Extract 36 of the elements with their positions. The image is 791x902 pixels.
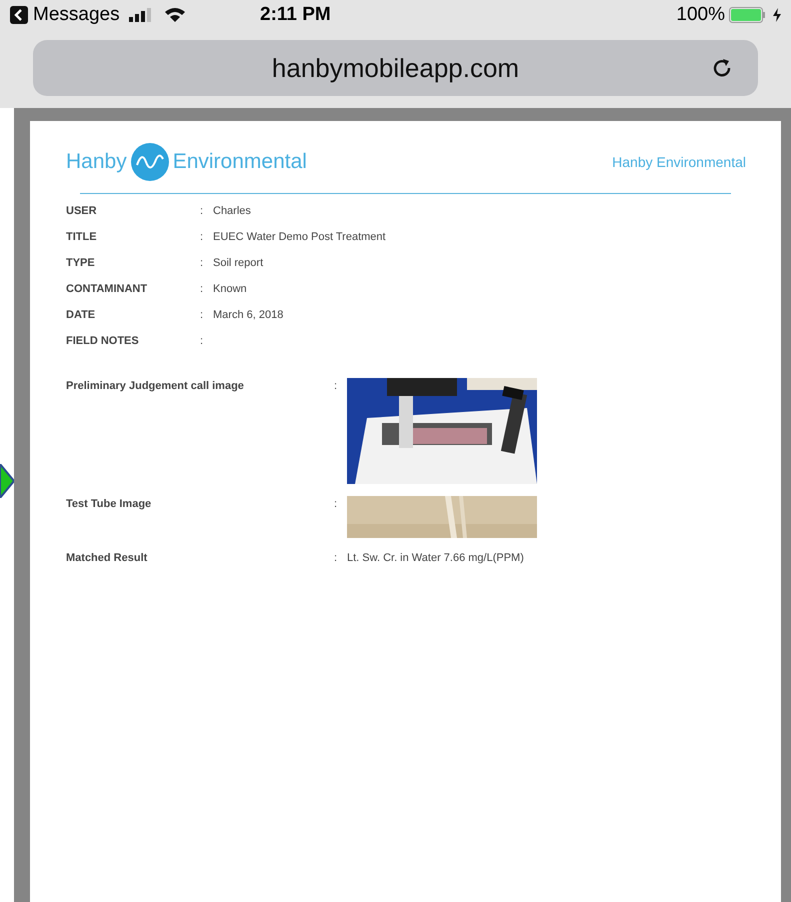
colon: : — [200, 256, 204, 272]
colon: : — [200, 230, 204, 246]
field-label: FIELD NOTES — [66, 334, 140, 350]
field-label: CONTAMINANT — [66, 282, 148, 298]
url-text: hanbymobileapp.com — [272, 52, 520, 84]
field-label: USER — [66, 204, 98, 220]
field-value: EUEC Water Demo Post Treatment — [213, 230, 386, 246]
address-bar[interactable]: hanbymobileapp.com — [33, 40, 758, 96]
arrow-icon — [0, 464, 14, 498]
field-value: Charles — [213, 204, 251, 220]
clock: 2:11 PM — [260, 2, 331, 27]
field-value: Soil report — [213, 256, 264, 272]
field-label: TYPE — [66, 256, 96, 272]
field-label: TITLE — [66, 230, 98, 246]
battery-percent: 100% — [676, 2, 725, 27]
field-label: DATE — [66, 308, 96, 324]
back-app-label[interactable]: Messages — [33, 0, 120, 30]
colon: : — [334, 379, 338, 394]
matched-result-value: Lt. Sw. Cr. in Water 7.66 mg/L(PPM) — [347, 551, 524, 566]
colon: : — [334, 497, 338, 512]
result-label: Preliminary Judgement call image — [66, 379, 245, 394]
charging-icon — [773, 8, 781, 22]
colon: : — [200, 282, 204, 298]
header-title: Hanby Environmental — [612, 152, 746, 172]
result-label: Matched Result — [66, 551, 148, 566]
field-value: Known — [213, 282, 247, 298]
result-label: Test Tube Image — [66, 497, 152, 512]
wave-logo-icon — [130, 143, 169, 181]
colon: : — [200, 204, 204, 220]
colon: : — [200, 308, 204, 324]
wifi-icon — [164, 7, 186, 23]
field-value: March 6, 2018 — [213, 308, 284, 324]
colon: : — [200, 334, 204, 350]
logo: Hanby Environmental — [66, 143, 307, 181]
colon: : — [334, 551, 338, 566]
back-icon — [10, 6, 28, 24]
